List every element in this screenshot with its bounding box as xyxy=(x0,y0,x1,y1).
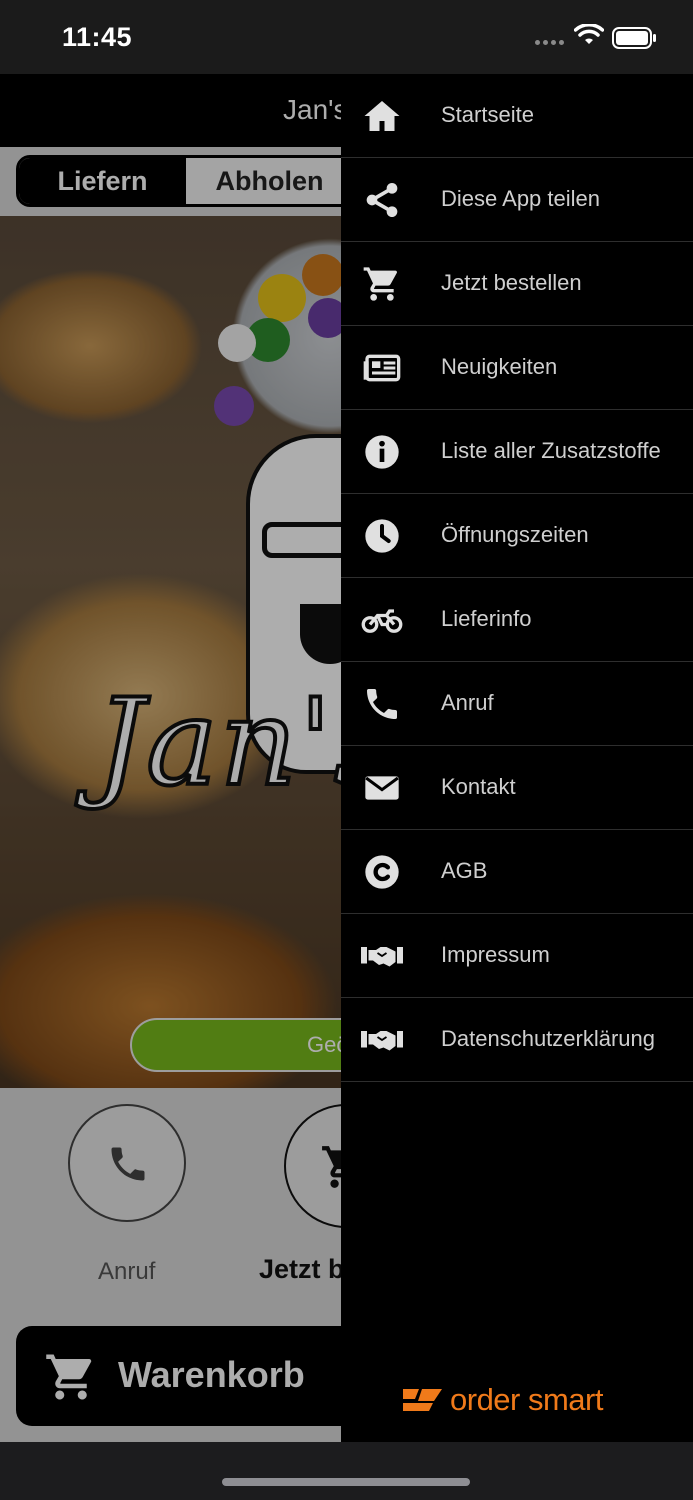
drawer-item-hours[interactable]: Öffnungszeiten xyxy=(341,494,693,578)
phone-icon xyxy=(367,689,397,719)
home-icon xyxy=(364,101,400,131)
drawer-item-startseite[interactable]: Startseite xyxy=(341,74,693,158)
drawer-item-label: Impressum xyxy=(441,942,550,967)
drawer-item-call[interactable]: Anruf xyxy=(341,662,693,746)
drawer-item-delivery-info[interactable]: Lieferinfo xyxy=(341,578,693,662)
drawer-item-label: Startseite xyxy=(441,102,534,127)
info-icon xyxy=(365,435,399,469)
battery-icon xyxy=(612,27,656,49)
home-indicator[interactable] xyxy=(222,1478,470,1486)
copyright-icon xyxy=(365,855,399,889)
handshake-icon xyxy=(361,947,403,967)
cart-icon xyxy=(363,267,397,301)
drawer-item-additives[interactable]: Liste aller Zusatzstoffe xyxy=(341,410,693,494)
drawer-item-agb[interactable]: AGB xyxy=(341,830,693,914)
drawer-item-order[interactable]: Jetzt bestellen xyxy=(341,242,693,326)
status-time: 11:45 xyxy=(62,22,133,52)
newspaper-icon xyxy=(363,354,401,382)
drawer-item-label: Lieferinfo xyxy=(441,606,532,631)
order-smart-logo: order smart xyxy=(402,1382,603,1418)
drawer-item-label: Anruf xyxy=(441,690,494,715)
envelope-icon xyxy=(365,776,399,800)
drawer-item-news[interactable]: Neuigkeiten xyxy=(341,326,693,410)
drawer-item-label: Öffnungszeiten xyxy=(441,522,589,547)
drawer-item-label: AGB xyxy=(441,858,488,883)
drawer-item-label: Neuigkeiten xyxy=(441,354,558,379)
status-bar: 11:45 xyxy=(0,0,693,74)
clock-icon xyxy=(365,519,399,553)
drawer-item-privacy[interactable]: Datenschutzerklärung xyxy=(341,998,693,1082)
drawer-item-contact[interactable]: Kontakt xyxy=(341,746,693,830)
handshake-icon xyxy=(361,1031,403,1051)
navigation-drawer: Startseite Diese App teilen Jetzt bestel… xyxy=(341,74,693,1442)
signal-dots-icon xyxy=(535,40,564,45)
motorcycle-icon xyxy=(361,609,403,633)
bottom-safe-area xyxy=(0,1442,693,1500)
drawer-item-label: Diese App teilen xyxy=(441,186,600,211)
brand-text: order smart xyxy=(450,1382,603,1417)
wifi-icon xyxy=(574,24,604,44)
drawer-item-label: Kontakt xyxy=(441,774,516,799)
order-smart-logo-icon xyxy=(403,1389,442,1411)
drawer-item-label: Datenschutzerklärung xyxy=(441,1026,656,1051)
drawer-item-impressum[interactable]: Impressum xyxy=(341,914,693,998)
share-icon xyxy=(366,183,398,217)
drawer-item-label: Jetzt bestellen xyxy=(441,270,582,295)
drawer-item-share[interactable]: Diese App teilen xyxy=(341,158,693,242)
drawer-item-label: Liste aller Zusatzstoffe xyxy=(441,438,661,463)
